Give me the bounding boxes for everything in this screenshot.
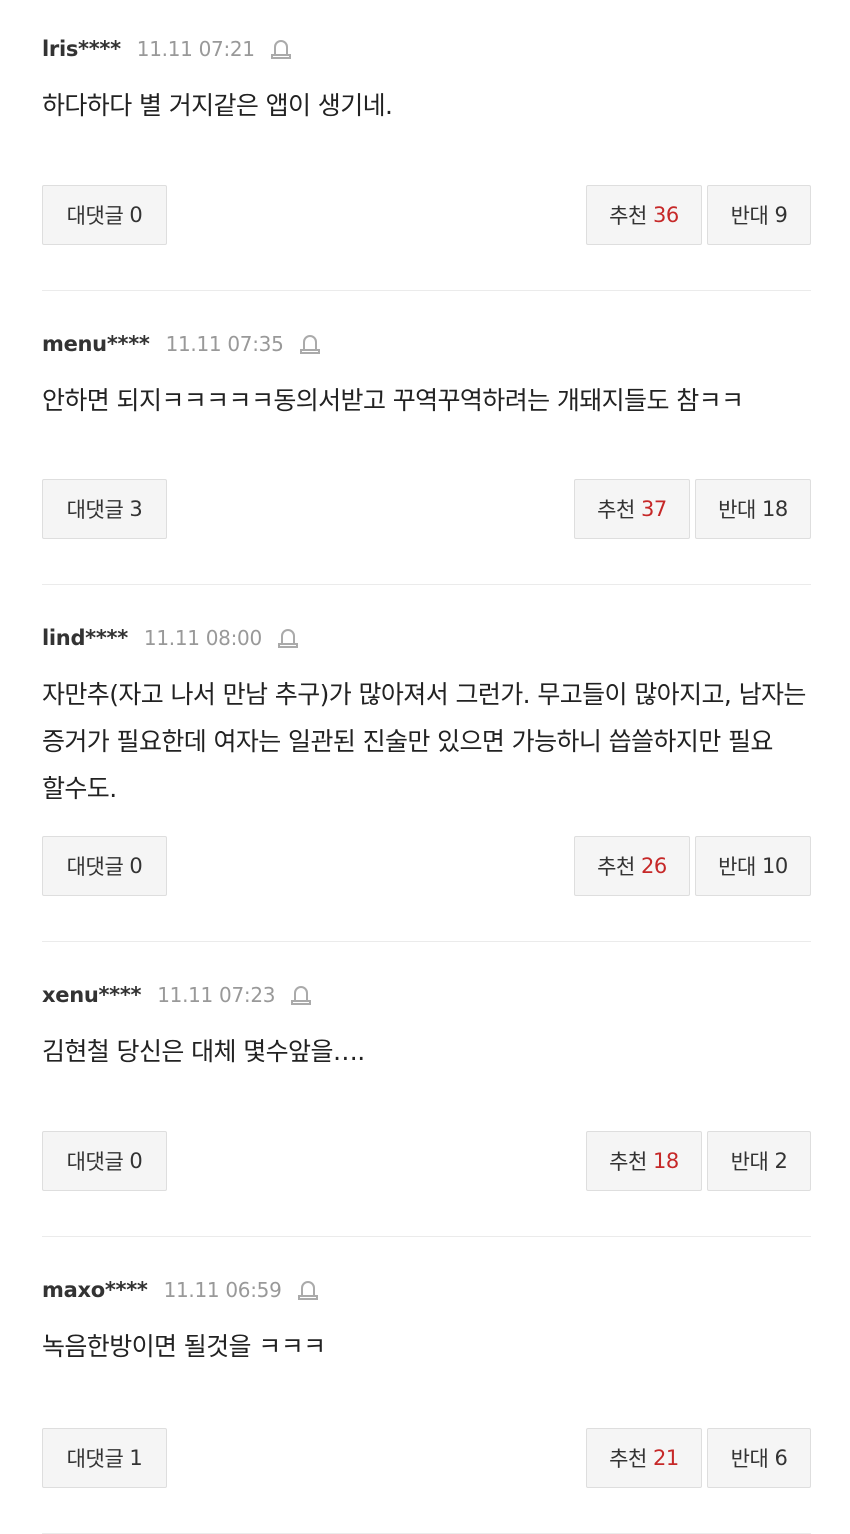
bell-icon[interactable] <box>276 626 300 650</box>
reply-button[interactable]: 대댓글 0 <box>42 836 167 896</box>
like-label: 추천 <box>597 855 635 879</box>
comment-time: 11.11 08:00 <box>143 626 262 650</box>
bell-icon[interactable] <box>298 332 322 356</box>
like-label: 추천 <box>609 1150 647 1174</box>
comment-time: 11.11 07:21 <box>136 37 255 61</box>
like-button[interactable]: 추천 37 <box>574 479 690 539</box>
reply-button[interactable]: 대댓글 1 <box>42 1428 167 1488</box>
dislike-label: 반대 <box>718 855 756 879</box>
like-button[interactable]: 추천 36 <box>586 185 702 245</box>
bell-icon[interactable] <box>269 37 293 61</box>
dislike-button[interactable]: 반대 18 <box>695 479 811 539</box>
dislike-count: 2 <box>774 1149 788 1173</box>
dislike-button[interactable]: 반대 10 <box>695 836 811 896</box>
comment-item: maxo**** 11.11 06:59 녹음한방이면 될것을 ㅋㅋㅋ 대댓글 1 추천 2… <box>42 1237 811 1534</box>
comment-author[interactable]: xenu**** <box>42 983 142 1007</box>
comment-author[interactable]: lind**** <box>42 626 128 650</box>
like-label: 추천 <box>609 1447 647 1471</box>
reply-count: 0 <box>129 854 143 878</box>
comment-time: 11.11 06:59 <box>163 1278 282 1302</box>
comment-text: 하다하다 별 거지같은 앱이 생기네. <box>42 91 393 120</box>
comment-text: 녹음한방이면 될것을 ㅋㅋㅋ <box>42 1332 326 1361</box>
reply-button[interactable]: 대댓글 3 <box>42 479 167 539</box>
comment-text: 안하면 되지ㅋㅋㅋㅋㅋ동의서받고 꾸역꾸역하려는 개돼지들도 참ㅋㅋ <box>42 386 744 415</box>
reply-label: 대댓글 <box>66 1150 124 1174</box>
comment-actions: 대댓글 3 추천 37 반대 18 <box>42 479 811 541</box>
dislike-label: 반대 <box>718 498 756 522</box>
comment-time: 11.11 07:23 <box>157 983 276 1007</box>
like-label: 추천 <box>597 498 635 522</box>
comment-author[interactable]: menu**** <box>42 332 150 356</box>
reply-count: 0 <box>129 203 143 227</box>
comment-text: 김현철 당신은 대체 몇수앞을…. <box>42 1037 365 1066</box>
reply-label: 대댓글 <box>66 1447 124 1471</box>
dislike-button[interactable]: 반대 2 <box>707 1131 811 1191</box>
dislike-count: 6 <box>774 1446 788 1470</box>
comment-meta: lind**** 11.11 08:00 <box>42 626 811 650</box>
reply-label: 대댓글 <box>66 855 124 879</box>
dislike-count: 10 <box>761 854 788 878</box>
comment-item: menu**** 11.11 07:35 안하면 되지ㅋㅋㅋㅋㅋ동의서받고 꾸역꾸역… <box>42 291 811 585</box>
dislike-count: 9 <box>774 203 788 227</box>
like-label: 추천 <box>609 204 647 228</box>
comment-item: lris**** 11.11 07:21 하다하다 별 거지같은 앱이 생기네. 대댓… <box>42 0 811 291</box>
comment-meta: maxo**** 11.11 06:59 <box>42 1278 811 1302</box>
comment-meta: menu**** 11.11 07:35 <box>42 332 811 356</box>
reply-count: 1 <box>129 1446 143 1470</box>
reply-label: 대댓글 <box>66 498 124 522</box>
like-button[interactable]: 추천 26 <box>574 836 690 896</box>
comment-author[interactable]: lris**** <box>42 37 121 61</box>
reply-label: 대댓글 <box>66 204 124 228</box>
dislike-label: 반대 <box>730 204 769 228</box>
comment-text: 자만추(자고 나서 만남 추구)가 많아져서 그런가. 무고들이 많아지고, 남… <box>42 680 806 803</box>
reply-count: 0 <box>129 1149 143 1173</box>
comment-item: xenu**** 11.11 07:23 김현철 당신은 대체 몇수앞을…. 대댓글 0… <box>42 942 811 1237</box>
reply-button[interactable]: 대댓글 0 <box>42 1131 167 1191</box>
like-count: 21 <box>652 1446 679 1470</box>
comment-meta: lris**** 11.11 07:21 <box>42 37 811 61</box>
like-count: 26 <box>640 854 667 878</box>
like-button[interactable]: 추천 21 <box>586 1428 702 1488</box>
dislike-button[interactable]: 반대 6 <box>707 1428 811 1488</box>
comment-author[interactable]: maxo**** <box>42 1278 148 1302</box>
comment-actions: 대댓글 1 추천 21 반대 6 <box>42 1428 811 1490</box>
bell-icon[interactable] <box>296 1278 320 1302</box>
comment-actions: 대댓글 0 추천 26 반대 10 <box>42 836 811 898</box>
reply-count: 3 <box>129 497 143 521</box>
dislike-button[interactable]: 반대 9 <box>707 185 811 245</box>
like-count: 36 <box>652 203 679 227</box>
dislike-count: 18 <box>761 497 788 521</box>
comment-meta: xenu**** 11.11 07:23 <box>42 983 811 1007</box>
reply-button[interactable]: 대댓글 0 <box>42 185 167 245</box>
dislike-label: 반대 <box>730 1447 769 1471</box>
comment-item: lind**** 11.11 08:00 자만추(자고 나서 만남 추구)가 많아져… <box>42 585 811 942</box>
like-count: 18 <box>652 1149 679 1173</box>
bell-icon[interactable] <box>289 983 313 1007</box>
comment-actions: 대댓글 0 추천 18 반대 2 <box>42 1131 811 1193</box>
comment-list: lris**** 11.11 07:21 하다하다 별 거지같은 앱이 생기네. 대댓… <box>0 0 850 1534</box>
comment-time: 11.11 07:35 <box>165 332 284 356</box>
like-button[interactable]: 추천 18 <box>586 1131 702 1191</box>
like-count: 37 <box>640 497 667 521</box>
comment-actions: 대댓글 0 추천 36 반대 9 <box>42 185 811 247</box>
dislike-label: 반대 <box>730 1150 769 1174</box>
